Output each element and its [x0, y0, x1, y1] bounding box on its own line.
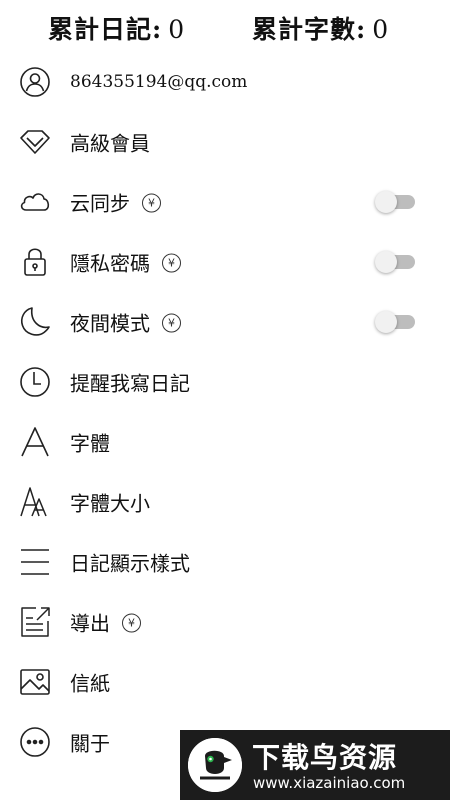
watermark-title: 下载鸟资源 — [252, 741, 398, 774]
menu-item-font[interactable]: 字體 — [0, 412, 450, 472]
user-icon — [18, 65, 52, 99]
font-size-icon — [18, 485, 52, 519]
premium-badge: ¥ — [162, 253, 181, 273]
total-words-label: 累計字數: — [252, 15, 367, 44]
total-diaries-label: 累計日記: — [48, 15, 163, 44]
total-words-stat: 累計字數: 0 — [252, 10, 389, 46]
watermark-banner: 下载鸟资源 www.xiazainiao.com — [180, 730, 450, 800]
night-mode-text: 夜間模式 — [70, 311, 150, 336]
reminder-label: 提醒我寫日記 — [70, 371, 190, 396]
total-words-value: 0 — [372, 15, 390, 44]
image-icon — [18, 665, 52, 699]
settings-drawer: 累計日記: 0 累計字數: 0 864355194@qq.com 高級會員 云同… — [0, 0, 450, 800]
night-mode-toggle[interactable] — [375, 311, 415, 333]
font-label: 字體 — [70, 431, 110, 456]
total-diaries-value: 0 — [168, 15, 186, 44]
privacy-lock-text: 隱私密碼 — [70, 251, 150, 276]
menu-item-account[interactable]: 864355194@qq.com — [0, 52, 450, 112]
toggle-knob — [375, 251, 397, 273]
premium-badge: ¥ — [142, 193, 161, 213]
total-diaries-stat: 累計日記: 0 — [48, 10, 185, 46]
settings-menu: 864355194@qq.com 高級會員 云同步 ¥ 隱私密碼 ¥ 夜間模式 … — [0, 52, 450, 772]
menu-item-night-mode[interactable]: 夜間模式 ¥ — [0, 292, 450, 352]
display-style-label: 日記顯示樣式 — [70, 551, 190, 576]
font-size-label: 字體大小 — [70, 491, 150, 516]
vip-label: 高級會員 — [70, 131, 150, 156]
menu-item-privacy-lock[interactable]: 隱私密碼 ¥ — [0, 232, 450, 292]
list-icon — [18, 545, 52, 579]
premium-badge: ¥ — [122, 613, 141, 633]
menu-item-letter-paper[interactable]: 信紙 — [0, 652, 450, 712]
menu-item-reminder[interactable]: 提醒我寫日記 — [0, 352, 450, 412]
export-icon — [18, 605, 52, 639]
toggle-knob — [375, 311, 397, 333]
menu-item-vip[interactable]: 高級會員 — [0, 112, 450, 172]
cloud-sync-label: 云同步 ¥ — [70, 188, 161, 217]
night-mode-label: 夜間模式 ¥ — [70, 308, 181, 337]
more-icon — [18, 725, 52, 759]
privacy-lock-toggle[interactable] — [375, 251, 415, 273]
about-label: 關于 — [70, 731, 110, 756]
watermark-url: www.xiazainiao.com — [253, 774, 406, 792]
font-icon — [18, 425, 52, 459]
moon-icon — [18, 305, 52, 339]
export-label: 導出 ¥ — [70, 608, 141, 637]
lock-icon — [18, 245, 52, 279]
bird-logo-icon — [188, 738, 242, 792]
export-text: 導出 — [70, 611, 110, 636]
letter-paper-label: 信紙 — [70, 671, 110, 696]
cloud-icon — [18, 185, 52, 219]
stats-header: 累計日記: 0 累計字數: 0 — [0, 10, 450, 50]
menu-item-cloud-sync[interactable]: 云同步 ¥ — [0, 172, 450, 232]
cloud-sync-toggle[interactable] — [375, 191, 415, 213]
account-email: 864355194@qq.com — [70, 72, 248, 92]
menu-item-display-style[interactable]: 日記顯示樣式 — [0, 532, 450, 592]
toggle-knob — [375, 191, 397, 213]
privacy-lock-label: 隱私密碼 ¥ — [70, 248, 181, 277]
menu-item-export[interactable]: 導出 ¥ — [0, 592, 450, 652]
premium-badge: ¥ — [162, 313, 181, 333]
menu-item-font-size[interactable]: 字體大小 — [0, 472, 450, 532]
diamond-icon — [18, 125, 52, 159]
cloud-sync-text: 云同步 — [70, 191, 130, 216]
clock-icon — [18, 365, 52, 399]
